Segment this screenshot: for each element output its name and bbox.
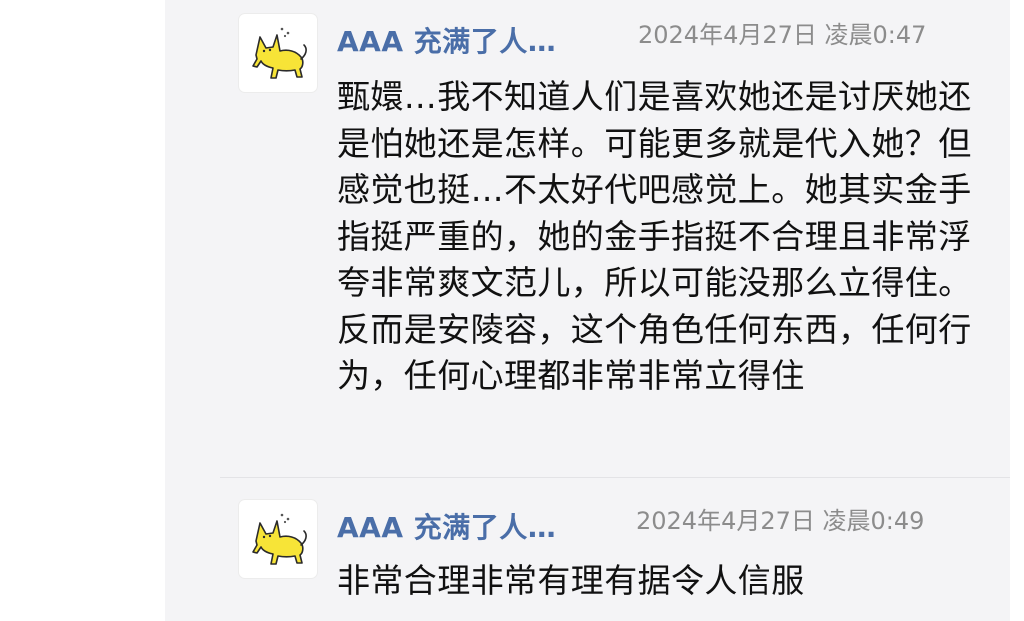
comment-timestamp: 2024年4月27日 凌晨0:47: [638, 21, 927, 49]
comment-thread-page: AAA 充满了人… 2024年4月27日 凌晨0:47 甄嬛…我不知道人们是喜欢…: [0, 0, 1024, 621]
yellow-cat-icon: [252, 513, 307, 565]
comment-author[interactable]: AAA 充满了人…: [337, 506, 556, 546]
comment-text: 甄嬛…我不知道人们是喜欢她还是讨厌她还是怕她还是怎样。可能更多就是代入她？但感觉…: [337, 77, 972, 395]
avatar[interactable]: [238, 499, 318, 579]
comment-divider: [220, 477, 1010, 478]
comment-author[interactable]: AAA 充满了人…: [337, 20, 556, 60]
comment-text: 非常合理非常有理有据令人信服: [337, 561, 805, 600]
comment-timestamp: 2024年4月27日 凌晨0:49: [636, 507, 925, 535]
avatar[interactable]: [238, 13, 318, 93]
yellow-cat-icon: [252, 27, 307, 79]
